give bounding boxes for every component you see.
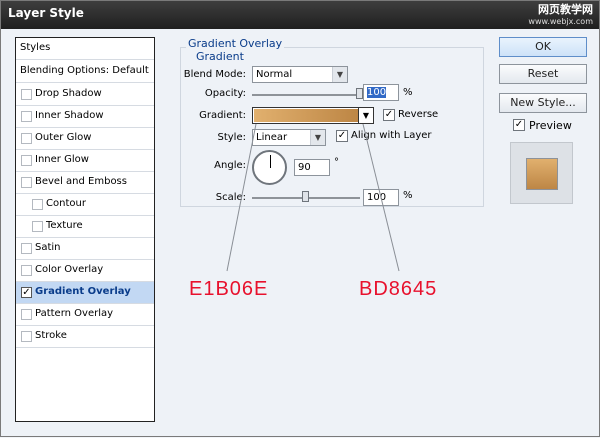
reset-button[interactable]: Reset (499, 64, 587, 84)
annotation-left-color: E1B06E (189, 278, 269, 300)
preview-area (510, 142, 573, 204)
ok-button[interactable]: OK (499, 37, 587, 57)
preview-swatch (526, 158, 558, 190)
preview-label: Preview (529, 119, 572, 132)
new-style-button[interactable]: New Style... (499, 93, 587, 113)
annotation-right-color: BD8645 (359, 278, 438, 300)
preview-checkbox[interactable]: ✓ (513, 119, 525, 131)
layer-style-dialog: Layer Style 网页教学网 www.webjx.com Styles Bl… (0, 0, 600, 437)
annotation-line-left (226, 123, 257, 272)
annotation-line-right (362, 123, 400, 272)
